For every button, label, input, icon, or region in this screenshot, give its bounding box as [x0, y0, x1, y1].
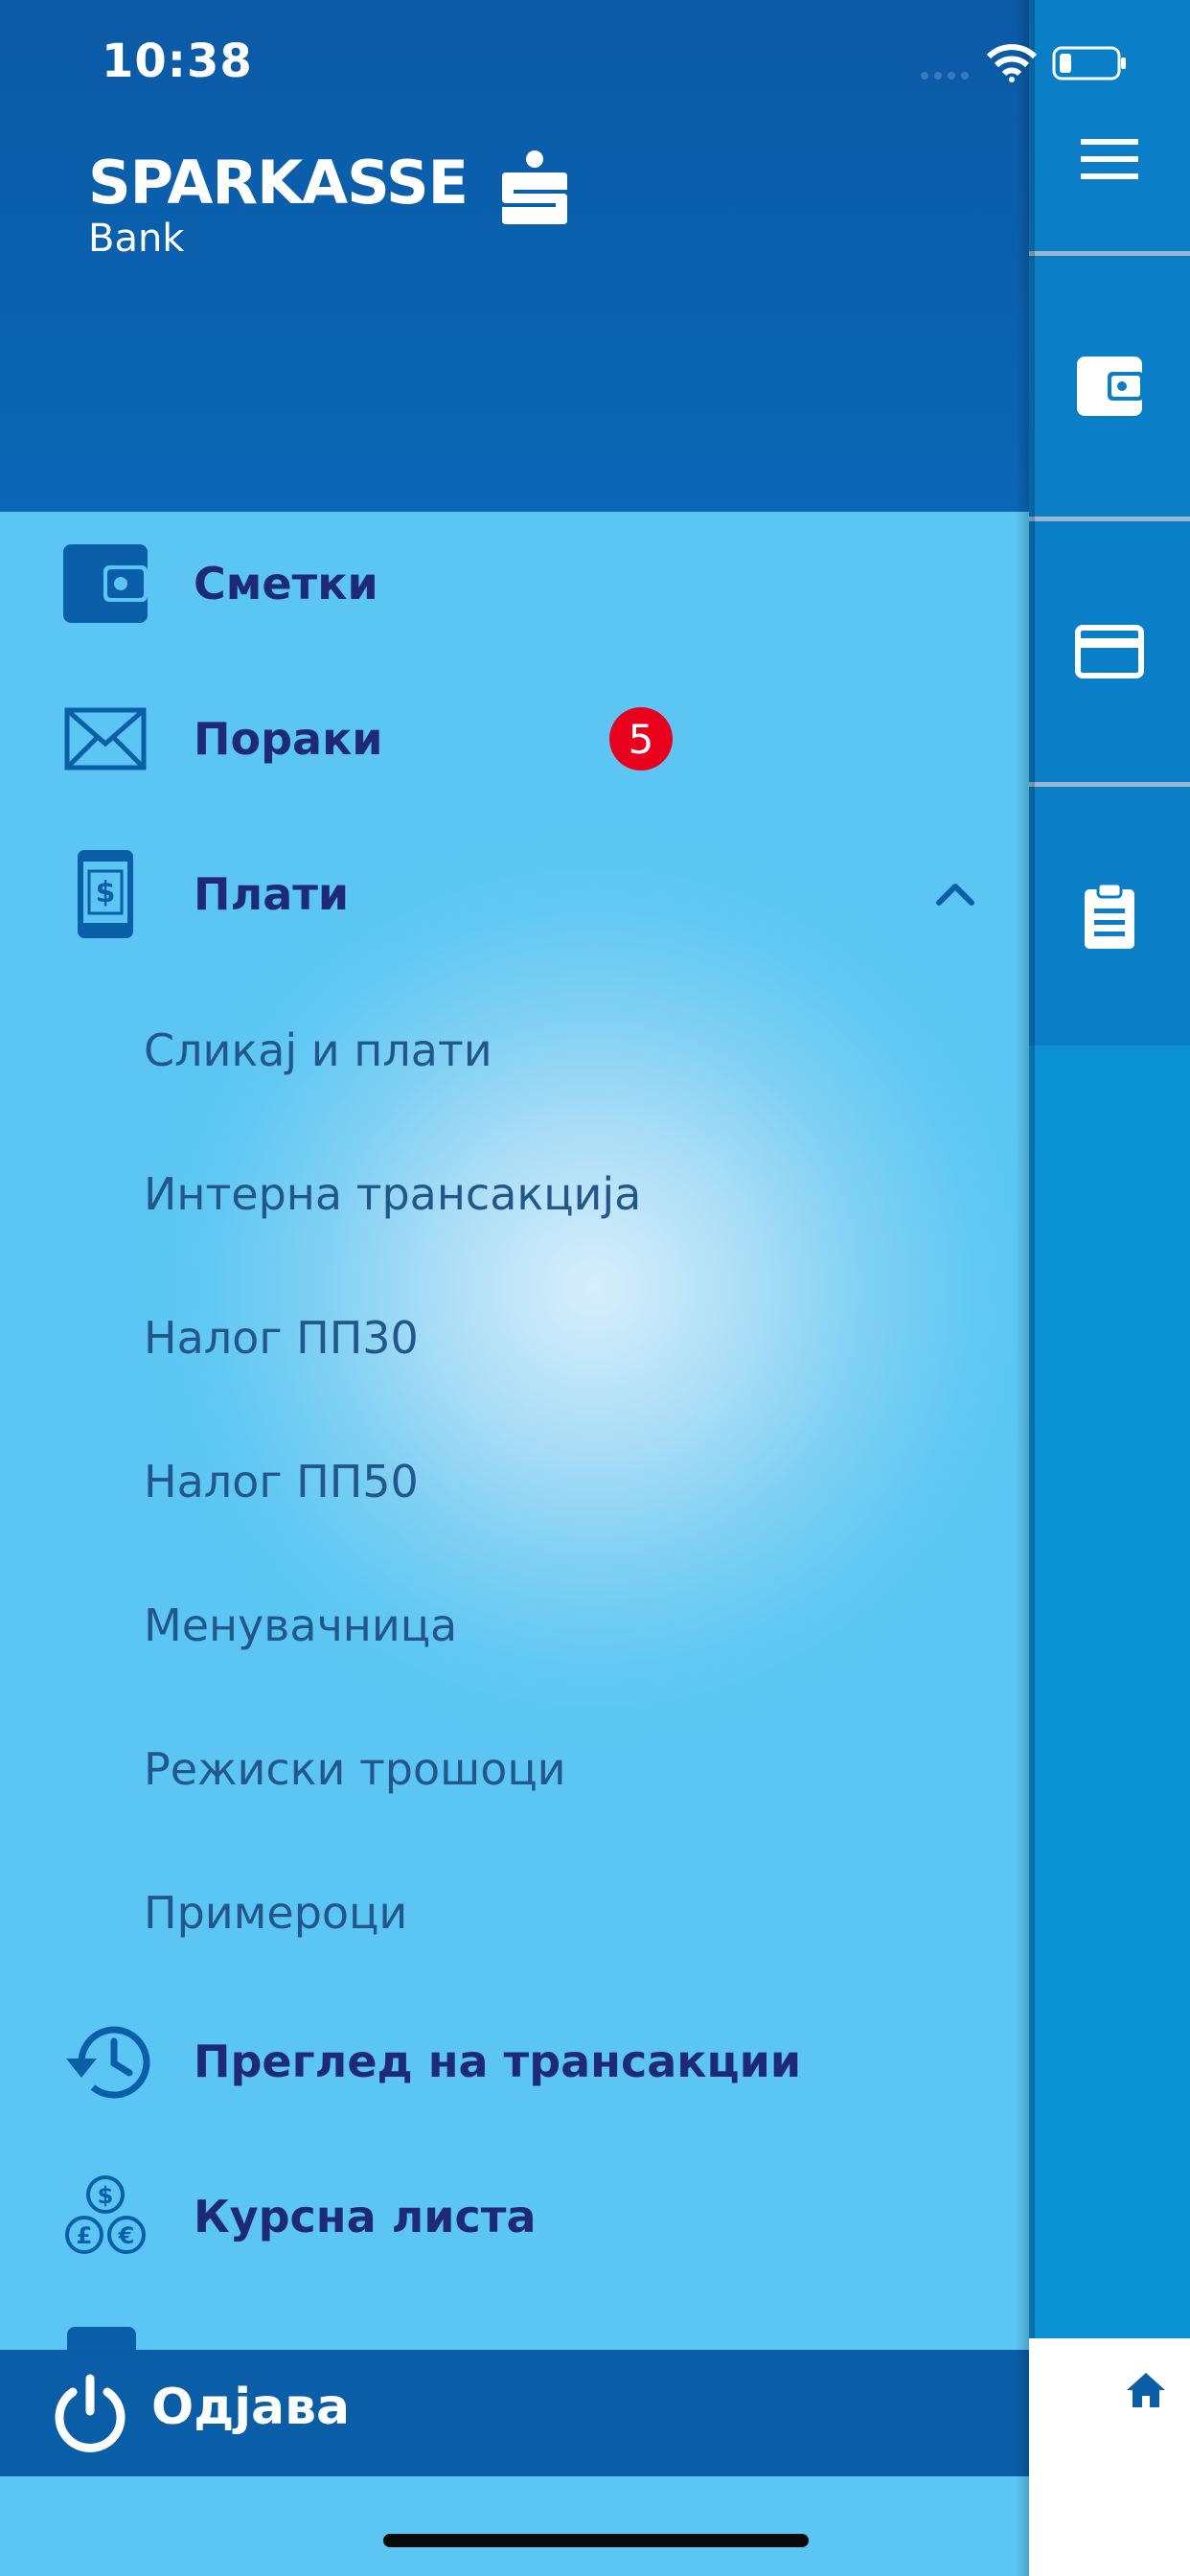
submenu-item-internal-transaction[interactable]: Интерна трансакција: [144, 1168, 641, 1220]
menu-item-label: Плати: [194, 868, 350, 920]
submenu-item-scan-and-pay[interactable]: Сликај и плати: [144, 1024, 492, 1076]
menu-item-label: Курсна листа: [194, 2191, 537, 2242]
currency-coins-icon: $ £ €: [59, 2171, 151, 2263]
bottom-safe-area: [0, 2476, 1029, 2576]
submenu-item-exchange[interactable]: Менувачница: [144, 1599, 457, 1651]
sparkasse-s-logo-icon: [502, 150, 567, 224]
menu-item-label: Пораки: [194, 713, 383, 765]
svg-text:$: $: [98, 2182, 114, 2209]
sparkasse-logo: SPARKASSE Bank: [88, 148, 567, 261]
rail-documents-button[interactable]: [1029, 787, 1190, 1046]
submenu-item-order-pp50[interactable]: Налог ПП50: [144, 1456, 419, 1507]
menu-item-accounts[interactable]: Сметки: [0, 512, 1029, 656]
battery-icon: [1052, 46, 1126, 80]
logout-button[interactable]: Одјава: [0, 2350, 1029, 2476]
menu-item-pay[interactable]: $ Плати: [0, 822, 1029, 966]
submenu-item-order-pp30[interactable]: Налог ПП30: [144, 1312, 419, 1364]
submenu-item-templates[interactable]: Примероци: [144, 1887, 407, 1939]
svg-text:$: $: [96, 876, 116, 909]
drawer-menu: Сметки Пораки 5 $ Плати Сликај и плати И…: [0, 512, 1029, 2350]
menu-item-messages[interactable]: Пораки 5: [0, 667, 1029, 811]
menu-item-label: Сметки: [194, 558, 378, 610]
unread-count-badge: 5: [609, 707, 673, 770]
svg-text:£: £: [77, 2222, 93, 2249]
home-indicator: [383, 2534, 809, 2547]
rail-accounts-button[interactable]: [1029, 256, 1190, 517]
wallet-icon: [1077, 356, 1144, 416]
home-icon[interactable]: [1125, 2369, 1167, 2411]
history-icon: [59, 2015, 151, 2107]
clipboard-icon: [1085, 882, 1134, 949]
menu-toggle-button[interactable]: [1029, 0, 1190, 251]
wifi-icon: [987, 44, 1037, 82]
chevron-up-icon[interactable]: [931, 870, 979, 918]
menu-item-exchange-rates[interactable]: $ £ € Курсна листа: [0, 2145, 1029, 2288]
rail-cards-button[interactable]: [1029, 521, 1190, 782]
drawer-header: 10:38 SPARKASSE Bank: [0, 0, 1029, 512]
power-icon: [55, 2374, 126, 2452]
navigation-drawer: 10:38 SPARKASSE Bank Сметки Пораки 5 $ П…: [0, 0, 1029, 2576]
logo-sub: Bank: [88, 217, 185, 261]
mobile-payment-icon: $: [59, 848, 151, 940]
logout-label: Одјава: [151, 2379, 351, 2436]
hamburger-menu-icon: [1081, 139, 1138, 179]
drawer-shadow: [1016, 0, 1035, 2576]
wallet-icon: [59, 538, 151, 630]
svg-text:€: €: [118, 2222, 135, 2249]
menu-item-label: Преглед на трансакции: [194, 2036, 802, 2087]
credit-card-icon: [1075, 625, 1144, 678]
calculator-icon: [67, 2327, 136, 2350]
signal-icon: [921, 72, 969, 80]
logo-name: SPARKASSE: [88, 148, 469, 218]
status-time: 10:38: [102, 34, 253, 88]
menu-item-transaction-history[interactable]: Преглед на трансакции: [0, 1990, 1029, 2133]
submenu-item-utility-bills[interactable]: Режиски трошоци: [144, 1743, 566, 1795]
envelope-icon: [59, 693, 151, 785]
